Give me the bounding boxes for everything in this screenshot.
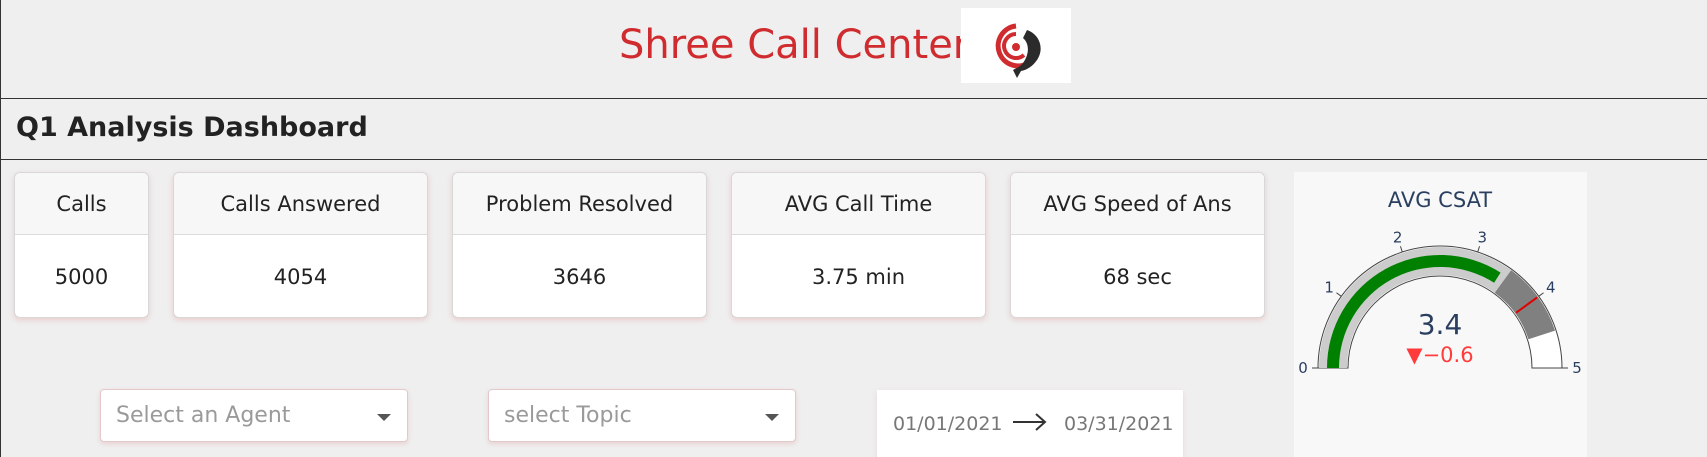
divider xyxy=(0,98,1,457)
divider xyxy=(0,98,1707,99)
csat-gauge-panel: AVG CSAT 0 1 2 3 4 5 3.4 ▼−0.6 xyxy=(1294,172,1587,457)
kpi-card-problem-resolved: Problem Resolved 3646 xyxy=(452,172,707,318)
kpi-label: AVG Speed of Ans xyxy=(1011,173,1264,235)
phone-signal-icon xyxy=(995,23,1041,78)
kpi-value: 4054 xyxy=(273,265,328,289)
kpi-label: Calls Answered xyxy=(174,173,427,235)
gauge-tick-label: 2 xyxy=(1393,229,1403,247)
csat-gauge: AVG CSAT 0 1 2 3 4 5 3.4 ▼−0.6 xyxy=(1298,188,1582,377)
divider xyxy=(0,159,1707,160)
gauge-tick xyxy=(1399,246,1403,253)
gauge-tick-label: 4 xyxy=(1546,278,1556,296)
kpi-card-avg-speed-of-ans: AVG Speed of Ans 68 sec xyxy=(1010,172,1265,318)
date-range-picker[interactable]: 01/01/2021 03/31/2021 xyxy=(877,390,1183,457)
gauge-tick-label: 0 xyxy=(1298,359,1308,377)
gauge-title: AVG CSAT xyxy=(1388,188,1492,212)
start-date-input[interactable]: 01/01/2021 xyxy=(893,413,1003,435)
kpi-card-calls: Calls 5000 xyxy=(14,172,149,318)
agent-select[interactable]: Select an Agent xyxy=(100,389,408,442)
agent-select-placeholder: Select an Agent xyxy=(116,403,291,428)
kpi-value: 5000 xyxy=(54,265,109,289)
topic-select[interactable]: select Topic xyxy=(488,389,796,442)
kpi-card-calls-answered: Calls Answered 4054 xyxy=(173,172,428,318)
gauge-tick-label: 3 xyxy=(1478,229,1488,247)
topic-select-placeholder: select Topic xyxy=(504,403,632,428)
kpi-label: Calls xyxy=(15,173,148,235)
gauge-tick-label: 5 xyxy=(1572,359,1582,377)
gauge-tick xyxy=(1336,292,1342,297)
header: Shree Call Center xyxy=(0,0,1707,98)
kpi-card-avg-call-time: AVG Call Time 3.75 min xyxy=(731,172,986,318)
kpi-label: AVG Call Time xyxy=(732,173,985,235)
arrow-right-icon xyxy=(1013,413,1047,431)
page-title: Q1 Analysis Dashboard xyxy=(16,112,368,143)
gauge-value: 3.4 xyxy=(1418,308,1463,341)
chevron-down-icon[interactable] xyxy=(377,414,391,421)
gauge-delta: ▼−0.6 xyxy=(1406,343,1473,367)
end-date-input[interactable]: 03/31/2021 xyxy=(1064,413,1174,435)
kpi-value: 3646 xyxy=(552,265,607,289)
kpi-value: 3.75 min xyxy=(811,265,906,289)
logo xyxy=(961,8,1071,83)
gauge-tick xyxy=(1538,292,1544,297)
gauge-tick xyxy=(1477,246,1481,253)
kpi-value: 68 sec xyxy=(1103,265,1172,289)
gauge-tick-label: 1 xyxy=(1324,278,1334,296)
app-title: Shree Call Center xyxy=(619,22,970,68)
chevron-down-icon[interactable] xyxy=(765,414,779,421)
kpi-label: Problem Resolved xyxy=(453,173,706,235)
